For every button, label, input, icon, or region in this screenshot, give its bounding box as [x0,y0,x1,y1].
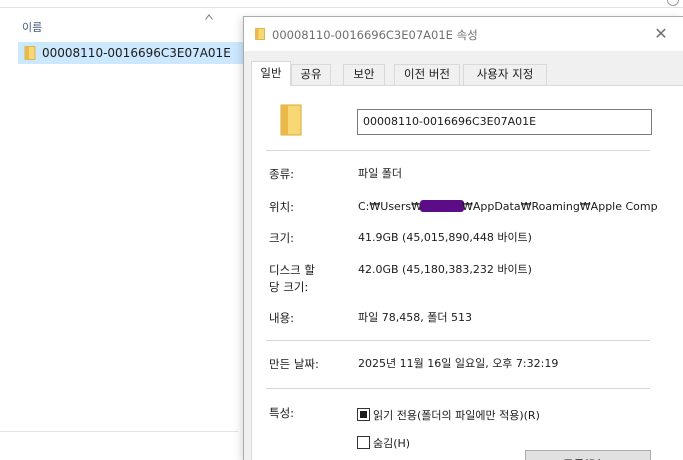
tab-previous-versions[interactable]: 이전 버전 [394,64,460,85]
tab-customize[interactable]: 사용자 지정 [463,64,547,85]
folder-icon [255,28,265,40]
tab-general[interactable]: 일반 [251,61,291,86]
dialog-title: 00008110-0016696C3E07A01E 속성 [272,28,478,42]
location-label: 위치: [269,200,295,214]
readonly-checkbox-label[interactable]: 읽기 전용(폴더의 파일에만 적용)(R) [373,407,540,423]
folder-icon [280,104,302,136]
file-name: 00008110-0016696C3E07A01E [42,46,231,60]
hidden-checkbox[interactable] [357,436,370,449]
location-value: C:₩Users₩ ₩AppData₩Roaming₩Apple Comp [358,200,658,213]
folder-icon [24,46,36,60]
divider [0,431,238,432]
type-label: 종류: [269,167,295,181]
file-list-item[interactable]: 00008110-0016696C3E07A01E [18,42,248,64]
hidden-checkbox-label[interactable]: 숨김(H) [373,435,410,451]
properties-dialog: 00008110-0016696C3E07A01E 속성 ✕ 일반 공유 보안 … [243,16,683,460]
close-icon: ✕ [654,24,668,43]
dialog-title-bar[interactable]: 00008110-0016696C3E07A01E 속성 ✕ [244,17,683,51]
help-icon[interactable] [667,0,679,6]
contents-value: 파일 78,458, 폴더 513 [358,311,472,324]
contents-label: 내용: [269,311,295,325]
attributes-label: 특성: [269,406,295,420]
redaction-mark [419,200,464,212]
sort-ascending-icon [205,14,213,20]
top-strip [0,0,683,8]
divider [266,150,650,151]
type-value: 파일 폴더 [358,167,402,180]
folder-name-input[interactable]: 00008110-0016696C3E07A01E [357,109,652,135]
readonly-checkbox[interactable] [357,408,370,421]
created-label: 만든 날짜: [269,357,319,371]
divider [266,340,650,341]
created-value: 2025년 11월 16일 일요일, 오후 7:32:19 [358,357,559,370]
size-value: 41.9GB (45,015,890,448 바이트) [358,231,532,244]
size-label: 크기: [269,231,295,245]
general-tab-panel: 00008110-0016696C3E07A01E 종류: 파일 폴더 위치: … [251,85,683,460]
disk-size-value: 42.0GB (45,180,383,232 바이트) [358,263,532,276]
disk-size-label: 디스크 할당 크기: [269,263,315,294]
column-header-name[interactable]: 이름 [22,19,42,35]
checkbox-indeterminate-mark [360,411,367,418]
advanced-button[interactable]: 고급(D)... [525,450,651,460]
close-button[interactable]: ✕ [649,23,673,45]
divider [266,388,650,389]
tab-security[interactable]: 보안 [343,64,385,85]
tab-sharing[interactable]: 공유 [291,64,331,85]
